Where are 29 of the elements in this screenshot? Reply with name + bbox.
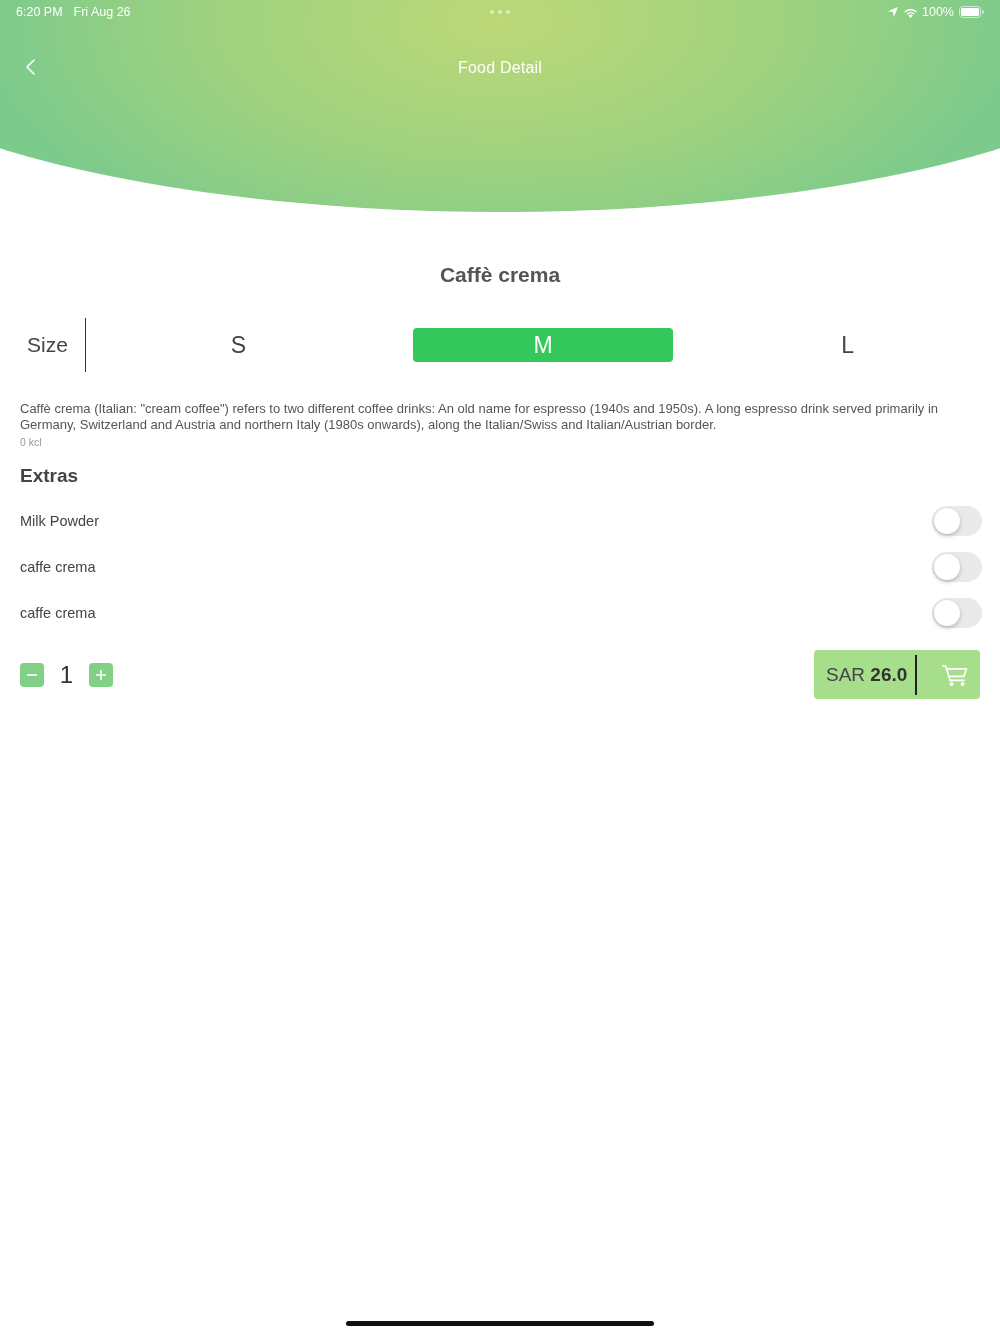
status-time: 6:20 PM (16, 4, 63, 20)
extras-heading: Extras (20, 464, 80, 488)
battery-icon (959, 6, 984, 18)
calories-text: 0 kcl (20, 436, 43, 448)
wifi-icon (903, 6, 918, 18)
size-label: Size (20, 318, 86, 372)
back-icon (26, 59, 35, 75)
nav-title: Food Detail (458, 59, 542, 77)
add-to-cart-button[interactable]: SAR 26.0 (814, 650, 980, 699)
location-arrow-icon (888, 7, 898, 17)
food-name: Caffè crema (438, 262, 562, 288)
plus-icon (95, 668, 107, 681)
cart-icon (942, 663, 968, 686)
quantity-value: 1 (58, 660, 75, 689)
extra-name: caffe crema (20, 559, 96, 575)
battery-percentage: 100% (922, 4, 954, 20)
extra-name: Milk Powder (20, 513, 99, 529)
increase-button[interactable] (89, 662, 113, 687)
size-option[interactable]: S (108, 328, 369, 362)
status-date: Fri Aug 26 (73, 4, 131, 20)
food-description: Caffè crema (Italian: "cream coffee") refers to two different coffee drinks: An old name for espresso (1940s and 1950s). A long espresso drink served primarily in Germany, Switzerland and Austria and northern Italy (1980s onwards), along the Italian/Swiss and Italian/Austrian border. (20, 401, 939, 432)
size-option[interactable]: L (717, 328, 978, 362)
decrease-button[interactable] (20, 662, 44, 687)
extra-toggle[interactable] (932, 552, 982, 582)
home-indicator[interactable] (346, 1321, 654, 1326)
extra-name: caffe crema (20, 605, 96, 621)
multitasking-dots-icon[interactable] (490, 10, 510, 14)
extra-toggle[interactable] (932, 506, 982, 536)
extra-toggle[interactable] (932, 598, 982, 628)
